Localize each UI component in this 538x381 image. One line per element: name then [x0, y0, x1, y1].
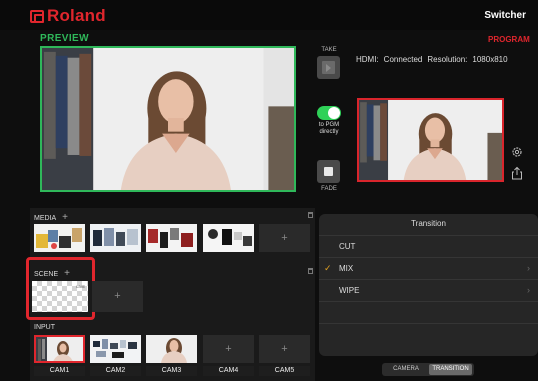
settings-gear-icon[interactable] [511, 146, 523, 158]
cam2-image [90, 335, 141, 363]
media-trash-icon[interactable] [308, 212, 313, 218]
brand-name: Roland [47, 6, 106, 25]
transition-empty-row [319, 301, 538, 323]
cam4-label: CAM4 [203, 366, 254, 376]
scene-trash-icon[interactable] [308, 268, 313, 274]
input-cam5-add-tile[interactable]: + [259, 335, 310, 363]
hdmi-state: Connected [383, 55, 423, 64]
scene-highlight [26, 257, 95, 320]
checkmark-icon: ✓ [324, 263, 332, 273]
media-label: MEDIA [34, 215, 57, 222]
resolution-value: 1080x810 [472, 55, 508, 64]
input-cam3-thumb[interactable] [146, 335, 197, 363]
program-monitor [357, 98, 504, 182]
hdmi-label: HDMI: [356, 55, 379, 64]
to-pgm-label-1: to PGM [318, 122, 340, 128]
transition-option-label: CUT [339, 242, 356, 251]
cam2-label: CAM2 [90, 366, 141, 376]
preview-label: PREVIEW [40, 33, 89, 44]
cam1-label: CAM1 [34, 366, 85, 376]
tab-camera[interactable]: CAMERA [384, 364, 428, 375]
page-title: Switcher [484, 10, 526, 21]
media-thumb-4[interactable] [203, 224, 254, 252]
media-image-2 [90, 224, 141, 252]
cam3-label: CAM3 [146, 366, 197, 376]
fade-button[interactable] [317, 160, 340, 183]
play-icon [322, 61, 335, 74]
transition-option-label: MIX [339, 264, 354, 273]
mode-segmented-control: CAMERA TRANSITION [382, 363, 474, 376]
program-label: PROGRAM [488, 35, 530, 44]
take-button[interactable] [317, 56, 340, 79]
presenter-image [42, 48, 294, 190]
fade-label: FADE [321, 186, 337, 192]
transition-title: Transition [411, 219, 446, 228]
transition-option-label: WIPE [339, 286, 360, 295]
scene-add-tile[interactable]: + [92, 281, 143, 312]
chevron-right-icon: › [527, 285, 530, 295]
roland-logo-icon [30, 9, 44, 23]
to-pgm-label-2: directly [319, 129, 339, 135]
chevron-right-icon: › [527, 263, 530, 273]
media-thumb-1[interactable] [34, 224, 85, 252]
input-cam1-thumb[interactable] [34, 335, 85, 363]
app-header: Roland Switcher [0, 0, 538, 30]
cam1-image [36, 337, 83, 361]
input-cam4-add-tile[interactable]: + [203, 335, 254, 363]
tab-transition[interactable]: TRANSITION [429, 364, 472, 375]
to-pgm-directly-toggle[interactable] [317, 106, 341, 120]
transition-option-mix[interactable]: ✓ MIX › [319, 257, 538, 279]
transition-option-cut[interactable]: CUT [319, 235, 538, 257]
brand-logo: Roland [30, 6, 106, 26]
media-image-4 [203, 224, 254, 252]
media-thumb-2[interactable] [90, 224, 141, 252]
media-header: MEDIA + [34, 212, 68, 223]
media-add-icon[interactable]: + [62, 212, 68, 223]
cam3-image [146, 335, 197, 363]
share-icon[interactable] [511, 166, 523, 180]
input-cam2-thumb[interactable] [90, 335, 141, 363]
media-image-1 [34, 224, 85, 252]
transition-option-wipe[interactable]: WIPE › [319, 279, 538, 301]
media-image-3 [146, 224, 197, 252]
transition-panel: Transition CUT ✓ MIX › WIPE › [319, 214, 538, 356]
media-add-tile[interactable]: + [259, 224, 310, 252]
input-label: INPUT [34, 324, 55, 331]
preview-monitor[interactable] [40, 46, 296, 192]
transition-empty-row [319, 323, 538, 345]
hdmi-status: HDMI: Connected Resolution: 1080x810 [356, 55, 513, 64]
switcher-app: Roland Switcher PREVIEW TAKE to PGM dire… [0, 0, 538, 381]
take-label: TAKE [321, 47, 337, 53]
program-presenter-image [359, 100, 502, 180]
media-thumb-3[interactable] [146, 224, 197, 252]
resolution-label: Resolution: [427, 55, 468, 64]
cam5-label: CAM5 [259, 366, 310, 376]
